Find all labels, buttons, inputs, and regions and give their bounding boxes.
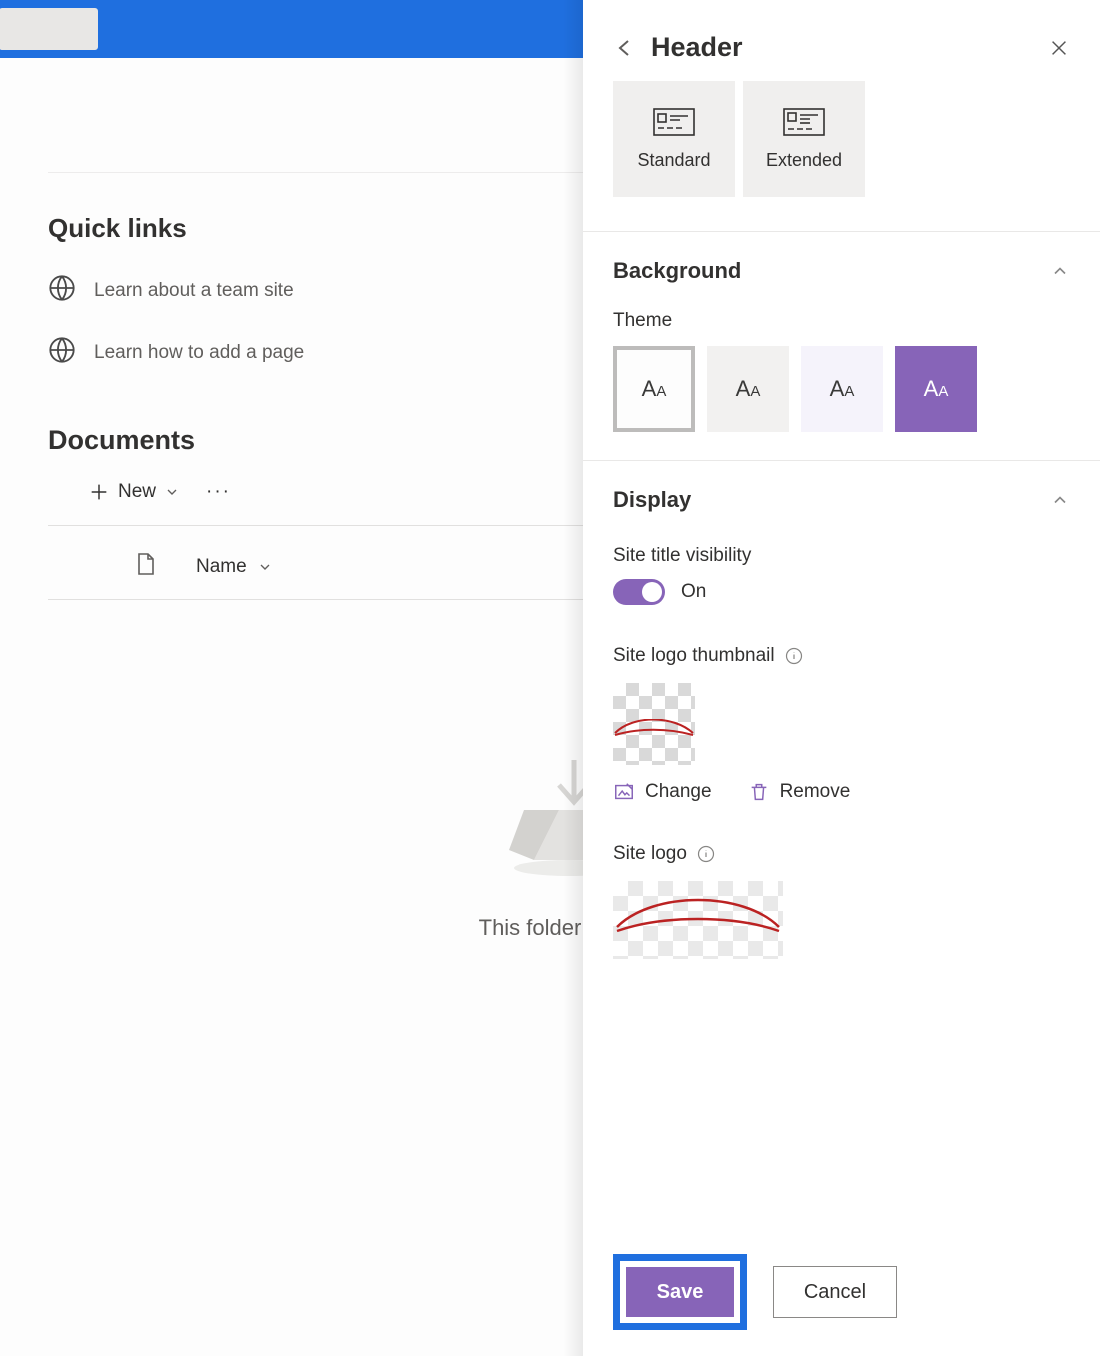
image-edit-icon (613, 781, 635, 803)
layout-standard-card[interactable]: Standard (613, 81, 735, 197)
info-icon[interactable] (697, 845, 715, 863)
theme-swatch-grid: AA AA AA AA (583, 346, 1100, 460)
quick-link-label: Learn how to add a page (94, 342, 304, 364)
theme-swatch-lavender[interactable]: AA (801, 346, 883, 432)
header-settings-panel: Header Standard (583, 0, 1100, 1356)
trash-icon (748, 781, 770, 803)
site-logo-preview (613, 881, 783, 959)
background-section-toggle[interactable]: Background (583, 232, 1100, 294)
section-title: Display (613, 487, 1050, 513)
panel-title: Header (651, 32, 1048, 63)
site-logo-label-row: Site logo (583, 821, 1100, 877)
site-logo-thumbnail-label-row: Site logo thumbnail (583, 623, 1100, 679)
close-icon[interactable] (1048, 37, 1070, 59)
file-type-icon (136, 552, 156, 582)
chevron-up-icon (1050, 261, 1070, 281)
layout-card-label: Standard (637, 150, 710, 171)
save-button-highlight: Save (613, 1254, 747, 1330)
panel-header: Header (583, 0, 1100, 81)
site-logo-label: Site logo (613, 843, 687, 865)
quick-link-label: Learn about a team site (94, 280, 294, 302)
globe-icon (48, 336, 76, 370)
thumbnail-actions: Change Remove (583, 777, 1100, 821)
search-box[interactable] (0, 8, 98, 50)
cancel-button[interactable]: Cancel (773, 1266, 897, 1318)
new-button-label: New (118, 481, 156, 503)
theme-label: Theme (583, 294, 1100, 346)
header-layout-options: Standard Extended (583, 81, 1100, 231)
toggle-state-label: On (681, 581, 706, 603)
site-title-visibility-toggle[interactable] (613, 579, 665, 605)
back-arrow-icon[interactable] (613, 36, 637, 60)
site-title-visibility-toggle-row: On (583, 579, 1100, 623)
panel-footer: Save Cancel (583, 1236, 1100, 1356)
section-title: Background (613, 258, 1050, 284)
change-thumbnail-button[interactable]: Change (613, 781, 712, 803)
globe-icon (48, 274, 76, 308)
theme-swatch-gray[interactable]: AA (707, 346, 789, 432)
new-button[interactable]: New (88, 481, 180, 503)
theme-swatch-light[interactable]: AA (613, 346, 695, 432)
display-section-toggle[interactable]: Display (583, 461, 1100, 523)
info-icon[interactable] (785, 647, 803, 665)
more-actions-button[interactable]: ··· (206, 481, 231, 503)
theme-swatch-purple[interactable]: AA (895, 346, 977, 432)
layout-card-label: Extended (766, 150, 842, 171)
save-button[interactable]: Save (626, 1267, 734, 1317)
name-column-header[interactable]: Name (196, 556, 273, 578)
layout-extended-card[interactable]: Extended (743, 81, 865, 197)
remove-thumbnail-button[interactable]: Remove (748, 781, 851, 803)
site-logo-thumbnail-preview (613, 683, 695, 765)
site-logo-thumbnail-label: Site logo thumbnail (613, 645, 775, 667)
chevron-up-icon (1050, 490, 1070, 510)
site-title-visibility-label: Site title visibility (583, 523, 1100, 579)
